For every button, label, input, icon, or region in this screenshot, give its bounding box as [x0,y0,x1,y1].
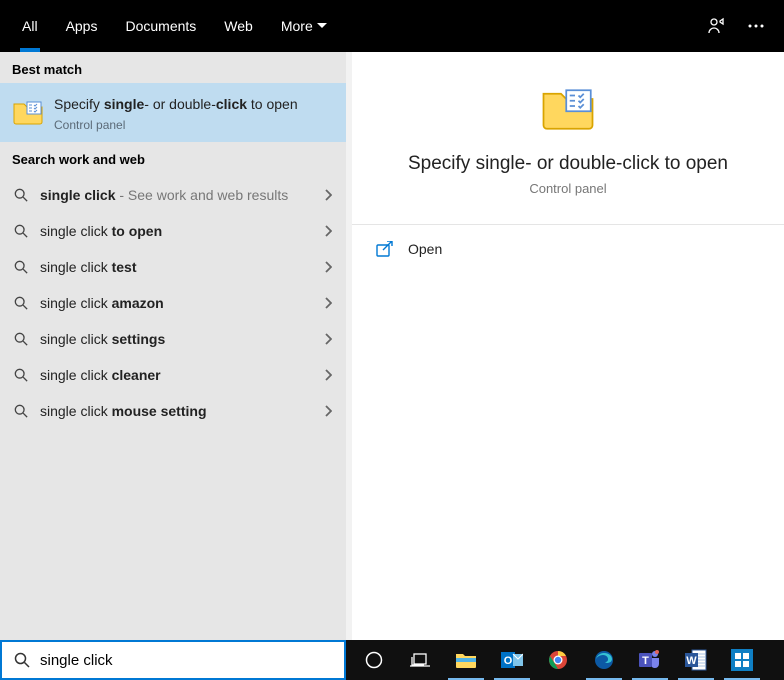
chevron-right-icon [324,405,332,417]
suggestion-row[interactable]: single click to open [0,213,346,249]
control-panel-folder-icon [12,95,44,127]
svg-text:T: T [642,655,649,667]
tab-more-label: More [281,18,313,34]
best-match-subtitle: Control panel [54,118,298,132]
search-icon [14,296,28,310]
chevron-right-icon [324,189,332,201]
taskbar-taskview[interactable] [398,640,442,680]
taskbar-app[interactable] [720,640,764,680]
suggestion-text: single click - See work and web results [40,187,312,203]
taskbar: O T W [346,640,784,680]
tab-web[interactable]: Web [210,0,267,52]
tab-documents[interactable]: Documents [111,0,210,52]
results-panel: Best match Specify single- or double-cli… [0,52,346,640]
chevron-right-icon [324,261,332,273]
svg-text:W: W [686,655,697,667]
search-icon [14,652,30,668]
svg-text:O: O [504,655,513,667]
more-options-icon[interactable] [736,6,776,46]
tab-apps[interactable]: Apps [52,0,112,52]
suggestion-row[interactable]: single click settings [0,321,346,357]
chevron-down-icon [317,23,327,29]
taskbar-cortana[interactable] [352,640,396,680]
suggestion-text: single click settings [40,331,312,347]
chevron-right-icon [324,369,332,381]
search-box[interactable] [0,640,346,680]
best-match-label: Best match [0,52,346,83]
suggestions-list: single click - See work and web results s… [0,173,346,433]
search-work-web-label: Search work and web [0,142,346,173]
cortana-icon [362,648,386,672]
suggestion-row[interactable]: single click - See work and web results [0,177,346,213]
suggestion-text: single click mouse setting [40,403,312,419]
suggestion-text: single click test [40,259,312,275]
file-explorer-icon [454,648,478,672]
preview-title: Specify single- or double-click to open [376,153,760,175]
search-icon [14,260,28,274]
best-match-title: Specify single- or double-click to open [54,95,298,114]
chrome-icon [546,648,570,672]
search-icon [14,224,28,238]
preview-subtitle: Control panel [376,181,760,196]
teams-icon: T [638,648,662,672]
open-label: Open [408,241,442,257]
app-icon [730,648,754,672]
tab-more[interactable]: More [267,0,341,52]
best-match-result[interactable]: Specify single- or double-click to open … [0,83,346,142]
suggestion-text: single click amazon [40,295,312,311]
search-tabs: All Apps Documents Web More [0,0,784,52]
taskbar-chrome[interactable] [536,640,580,680]
preview-panel: Specify single- or double-click to open … [346,52,784,640]
taskbar-file-explorer[interactable] [444,640,488,680]
outlook-icon: O [500,648,524,672]
search-icon [14,188,28,202]
suggestion-row[interactable]: single click amazon [0,285,346,321]
suggestion-text: single click cleaner [40,367,312,383]
search-icon [14,368,28,382]
open-action[interactable]: Open [352,225,784,273]
word-icon: W [684,648,708,672]
feedback-icon[interactable] [696,6,736,46]
control-panel-folder-icon [540,78,596,134]
suggestion-row[interactable]: single click test [0,249,346,285]
search-input[interactable] [40,652,332,669]
open-icon [376,241,394,257]
chevron-right-icon [324,297,332,309]
suggestion-text: single click to open [40,223,312,239]
tab-all[interactable]: All [8,0,52,52]
taskbar-edge[interactable] [582,640,626,680]
suggestion-row[interactable]: single click mouse setting [0,393,346,429]
search-icon [14,404,28,418]
suggestion-row[interactable]: single click cleaner [0,357,346,393]
edge-icon [592,648,616,672]
chevron-right-icon [324,225,332,237]
taskbar-word[interactable]: W [674,640,718,680]
taskbar-outlook[interactable]: O [490,640,534,680]
taskview-icon [408,648,432,672]
chevron-right-icon [324,333,332,345]
search-icon [14,332,28,346]
taskbar-teams[interactable]: T [628,640,672,680]
